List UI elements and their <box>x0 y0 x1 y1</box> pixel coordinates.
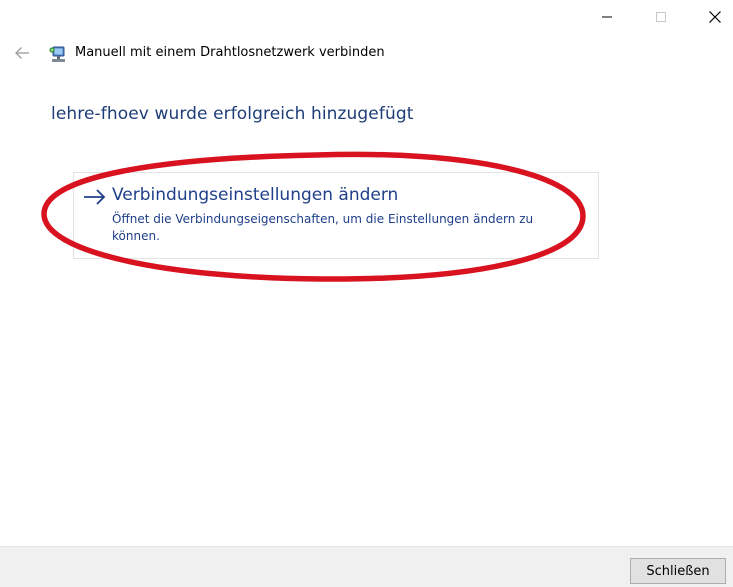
arrow-right-icon <box>84 189 106 205</box>
footer-bar: Schließen <box>0 546 733 587</box>
wireless-network-icon <box>49 46 65 62</box>
close-button[interactable]: Schließen <box>630 558 726 584</box>
close-window-button[interactable] <box>692 3 733 31</box>
command-link-description: Öffnet die Verbindungseigenschaften, um … <box>112 212 534 243</box>
close-icon <box>709 11 721 23</box>
wizard-window: Manuell mit einem Drahtlosnetzwerk verbi… <box>0 0 733 587</box>
minimize-icon <box>602 16 612 18</box>
change-connection-settings-link[interactable]: Verbindungseinstellungen ändern Öffnet d… <box>73 172 599 259</box>
minimize-button[interactable] <box>584 3 630 31</box>
success-heading: lehre-fhoev wurde erfolgreich hinzugefüg… <box>51 104 414 124</box>
maximize-icon <box>656 12 666 22</box>
command-link-title: Verbindungseinstellungen ändern <box>112 185 399 205</box>
maximize-button <box>638 3 684 31</box>
back-button <box>10 41 34 65</box>
back-arrow-icon <box>15 47 29 59</box>
annotation-ellipse <box>41 151 586 282</box>
window-title: Manuell mit einem Drahtlosnetzwerk verbi… <box>75 45 385 60</box>
